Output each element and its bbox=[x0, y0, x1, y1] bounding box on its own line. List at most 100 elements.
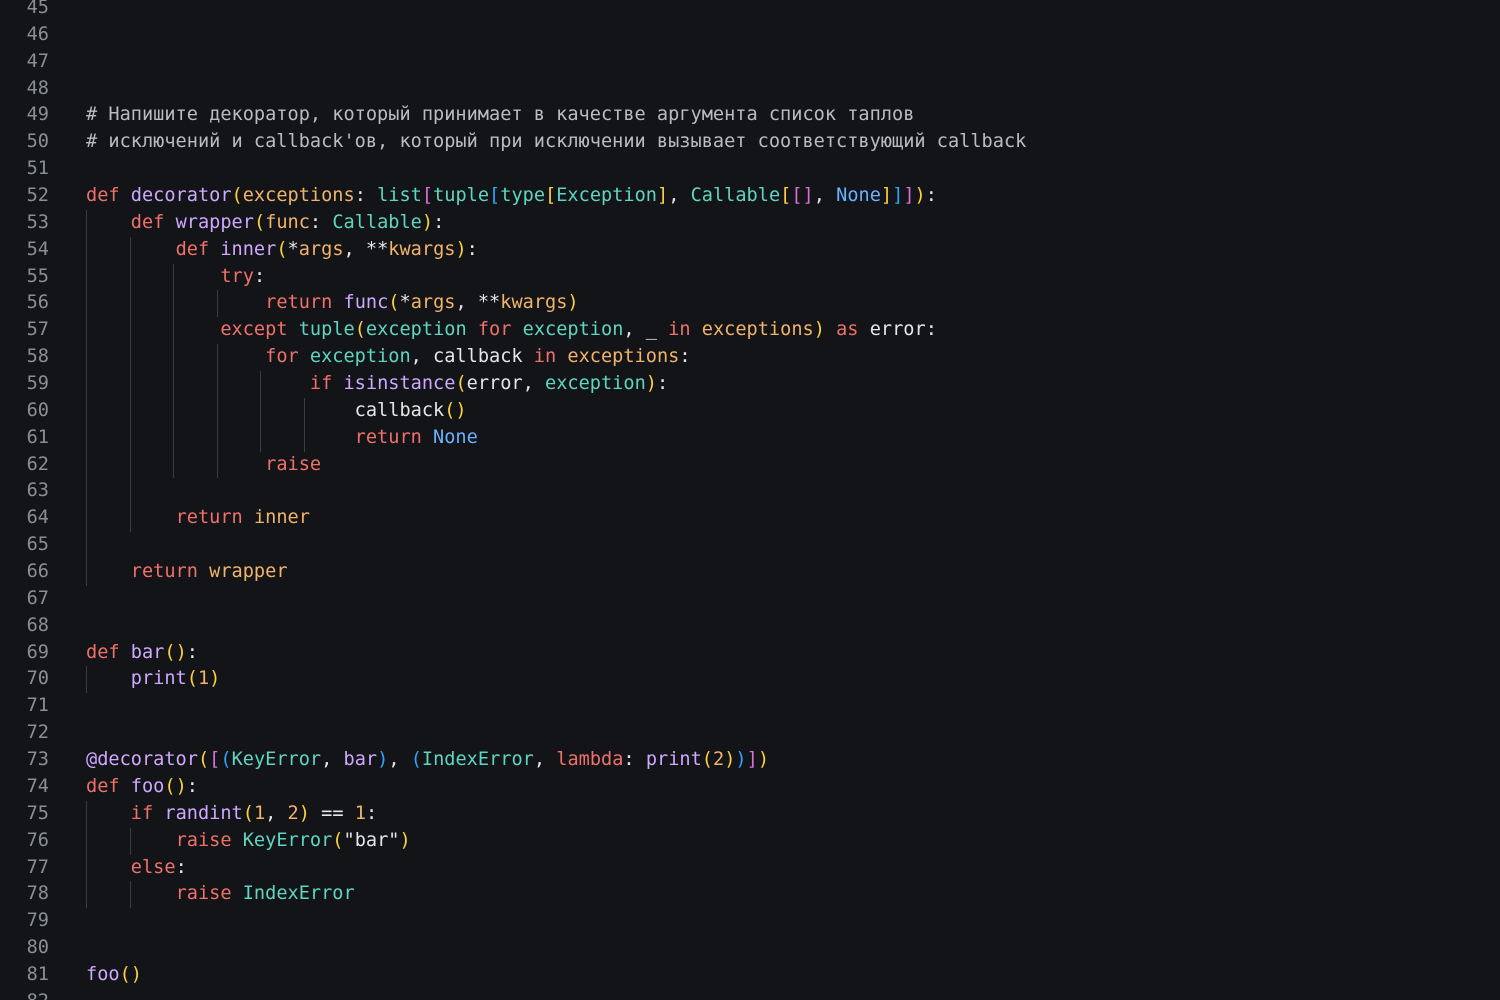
code-token-default: : bbox=[925, 319, 937, 341]
code-line[interactable]: 68 bbox=[0, 613, 1500, 640]
code-token-comment: # Напишите декоратор, который принимает … bbox=[86, 104, 915, 126]
line-number: 70 bbox=[26, 668, 49, 690]
code-token-bracket_1: ) bbox=[645, 373, 657, 395]
code-line[interactable]: 53 def wrapper(func: Callable): bbox=[0, 209, 1500, 237]
code-token-bracket_1: ] bbox=[656, 185, 669, 207]
code-token-variable: exceptions bbox=[242, 185, 355, 207]
code-text: # Напишите декоратор, который принимает … bbox=[86, 102, 914, 129]
code-token-keyword: raise bbox=[175, 829, 243, 851]
code-line[interactable]: 48 bbox=[0, 76, 1500, 103]
code-token-function: isinstance bbox=[343, 373, 456, 395]
code-token-variable: wrapper bbox=[209, 561, 288, 583]
code-token-default: : bbox=[253, 265, 266, 287]
code-token-type: Callable bbox=[332, 211, 422, 233]
code-token-function: func bbox=[343, 292, 389, 314]
code-line[interactable]: 63 bbox=[0, 478, 1500, 506]
code-token-function: decorator bbox=[130, 185, 232, 207]
line-number: 53 bbox=[26, 211, 49, 233]
code-text: foo() bbox=[86, 962, 142, 989]
code-line[interactable]: 57 except tuple(exception for exception,… bbox=[0, 317, 1500, 345]
line-number: 82 bbox=[0, 989, 49, 1000]
code-token-default: , bbox=[343, 238, 366, 260]
code-token-default: _ bbox=[645, 319, 657, 341]
code-token-bracket_2: [ bbox=[209, 749, 221, 771]
code-line[interactable]: 77 else: bbox=[0, 854, 1500, 882]
code-token-function: print bbox=[645, 749, 702, 771]
code-token-variable: 2 bbox=[713, 749, 725, 771]
code-line[interactable]: 50 # исключений и callback'ов, который пр… bbox=[0, 129, 1500, 156]
code-token-bracket_2: [] bbox=[791, 185, 814, 207]
line-number: 72 bbox=[26, 722, 49, 744]
code-token-variable: kwargs bbox=[500, 292, 568, 314]
code-line[interactable]: 45 bbox=[0, 0, 1500, 22]
code-line[interactable]: 52 def decorator(exceptions: list[tuple[t… bbox=[0, 183, 1500, 210]
code-line[interactable]: 69 def bar(): bbox=[0, 640, 1500, 667]
line-number: 55 bbox=[26, 265, 49, 287]
code-line[interactable]: 46 bbox=[0, 22, 1500, 49]
code-line[interactable]: 47 bbox=[0, 49, 1500, 76]
code-token-type: tuple bbox=[298, 319, 355, 341]
code-line[interactable]: 81 foo() bbox=[0, 962, 1500, 989]
code-text: return inner bbox=[86, 505, 310, 532]
line-number: 45 bbox=[26, 0, 49, 18]
code-token-bracket_1: ) bbox=[399, 829, 411, 851]
code-token-variable: 2 bbox=[287, 802, 299, 824]
code-line[interactable]: 54 def inner(*args, **kwargs): bbox=[0, 236, 1500, 264]
code-editor[interactable]: 45 46 47 48 49 # Напишите декоратор, который … bbox=[0, 0, 1500, 1000]
code-token-bracket_1: ) bbox=[455, 238, 467, 260]
code-token-bracket_1: ( bbox=[231, 185, 243, 207]
code-line[interactable]: 62 raise bbox=[0, 451, 1500, 479]
code-token-keyword: return bbox=[130, 561, 210, 583]
code-line[interactable]: 79 bbox=[0, 908, 1500, 935]
code-text: raise IndexError bbox=[86, 881, 355, 908]
code-token-bracket_1: ( bbox=[253, 211, 266, 233]
code-line[interactable]: 58 for exception, callback in exceptions… bbox=[0, 344, 1500, 372]
code-line[interactable]: 51 bbox=[0, 156, 1500, 183]
code-line[interactable]: 64 return inner bbox=[0, 505, 1500, 533]
code-token-variable: func bbox=[265, 211, 310, 233]
code-token-keyword: return bbox=[175, 507, 254, 529]
code-line[interactable]: 59 if isinstance(error, exception): bbox=[0, 371, 1500, 398]
code-token-type: exception bbox=[522, 319, 624, 341]
line-number: 62 bbox=[26, 453, 49, 475]
code-token-keyword: if bbox=[309, 373, 344, 395]
code-line[interactable]: 75 if randint(1, 2) == 1: bbox=[0, 800, 1500, 828]
code-line[interactable]: 55 try: bbox=[0, 263, 1500, 291]
line-number: 46 bbox=[26, 23, 49, 45]
code-token-default bbox=[86, 292, 265, 313]
line-number: 69 bbox=[26, 641, 49, 663]
code-token-keyword: return bbox=[265, 292, 344, 314]
code-area[interactable]: 45 46 47 48 49 # Напишите декоратор, который … bbox=[0, 0, 1500, 1000]
code-line[interactable]: 60 callback() bbox=[0, 397, 1500, 425]
code-line[interactable]: 73 @decorator([(KeyError, bar), (IndexErr… bbox=[0, 747, 1500, 774]
code-token-default bbox=[86, 668, 131, 689]
code-token-bracket_3: ) bbox=[735, 749, 747, 771]
code-token-type: KeyError bbox=[231, 749, 322, 771]
code-token-function: foo bbox=[86, 963, 120, 985]
code-token-function: inner bbox=[220, 238, 277, 260]
code-line[interactable]: 66 return wrapper bbox=[0, 559, 1500, 586]
code-line[interactable]: 56 return func(*args, **kwargs) bbox=[0, 290, 1500, 318]
code-text: raise bbox=[86, 452, 321, 479]
code-line[interactable]: 67 bbox=[0, 586, 1500, 613]
code-line[interactable]: 74 def foo(): bbox=[0, 774, 1500, 801]
code-line[interactable]: 65 bbox=[0, 532, 1500, 560]
code-line[interactable]: 82 bbox=[0, 989, 1500, 1000]
code-line[interactable]: 49 # Напишите декоратор, который принимае… bbox=[0, 102, 1500, 129]
code-token-default: == bbox=[309, 802, 355, 824]
code-text: raise KeyError("bar") bbox=[86, 828, 411, 855]
code-line[interactable]: 71 bbox=[0, 693, 1500, 720]
code-token-bracket_1: ( bbox=[388, 292, 400, 314]
code-token-bracket_1: () bbox=[164, 775, 187, 797]
code-token-type: exception bbox=[309, 346, 411, 368]
code-token-bracket_1: ( bbox=[186, 668, 198, 690]
code-line[interactable]: 72 bbox=[0, 720, 1500, 747]
code-token-bracket_3: [ bbox=[489, 185, 501, 207]
code-token-variable: exceptions bbox=[567, 346, 680, 368]
code-line[interactable]: 80 bbox=[0, 935, 1500, 962]
code-line[interactable]: 61 return None bbox=[0, 424, 1500, 452]
code-line[interactable]: 76 raise KeyError("bar") bbox=[0, 827, 1500, 855]
code-line[interactable]: 78 raise IndexError bbox=[0, 881, 1500, 909]
code-token-type: type bbox=[500, 185, 546, 207]
code-line[interactable]: 70 print(1) bbox=[0, 666, 1500, 694]
